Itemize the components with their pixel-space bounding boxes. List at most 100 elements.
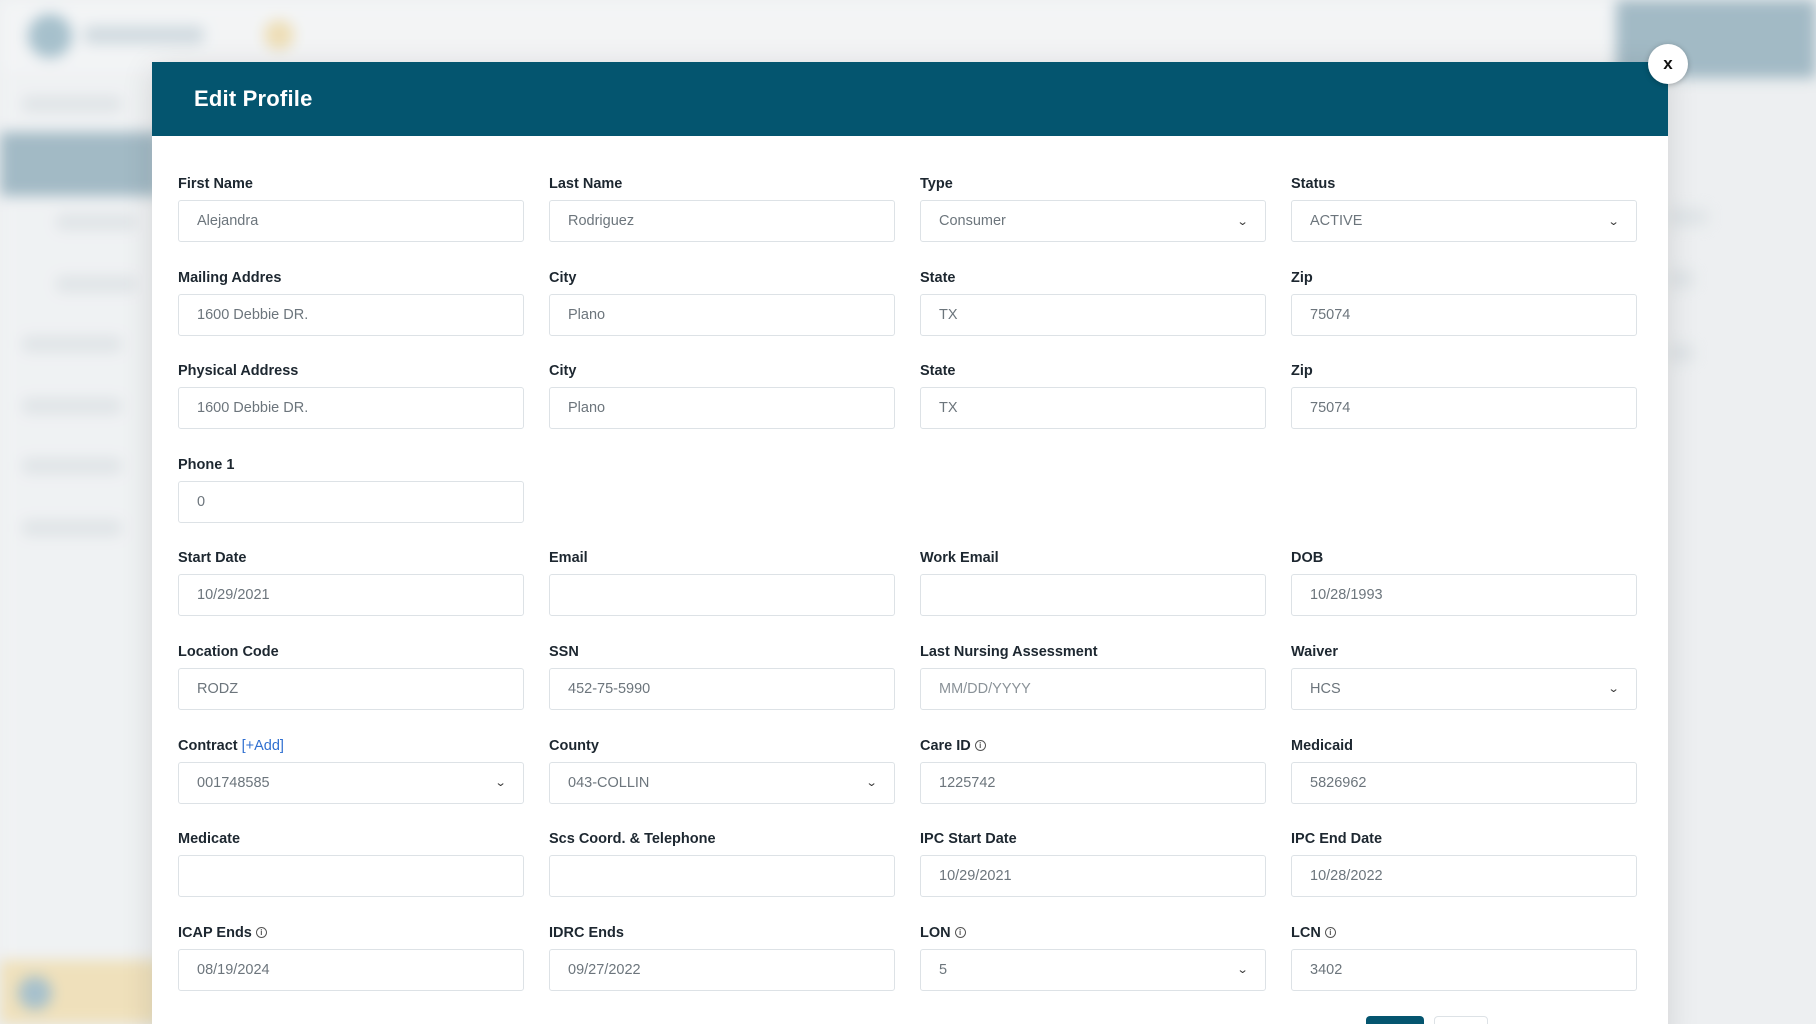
modal-title: Edit Profile	[194, 86, 313, 111]
field-label: SSN	[549, 643, 579, 660]
idrc-ends-input[interactable]: 09/27/2022	[549, 948, 895, 991]
field-label: Medicate	[178, 831, 241, 848]
last-name-input[interactable]: Rodriguez	[549, 200, 895, 242]
field-label: Type	[920, 176, 953, 192]
field-label: County	[549, 737, 599, 754]
mailing-zip-input[interactable]: 75074	[1291, 293, 1637, 336]
physical-state-field: State TX	[920, 361, 1266, 455]
dob-input[interactable]: 10/28/1993	[1291, 574, 1637, 617]
input-value: 75074	[1310, 306, 1351, 323]
mailing-state-input[interactable]: TX	[920, 293, 1266, 336]
location-code-input[interactable]: RODZ	[178, 667, 524, 710]
medicate-input[interactable]	[178, 855, 524, 898]
dob-field: DOB 10/28/1993	[1291, 548, 1637, 642]
field-label: State	[920, 269, 956, 286]
physical-zip-field: Zip 75074	[1291, 361, 1637, 455]
care-id-field: Care ID i 1225742	[920, 736, 1266, 830]
input-value: TX	[939, 306, 958, 323]
status-select[interactable]: ACTIVE ⌄	[1291, 200, 1637, 242]
close-button[interactable]: x	[1648, 44, 1688, 84]
field-label: Phone 1	[178, 456, 235, 473]
location-code-field: Location Code RODZ	[178, 642, 524, 736]
email-input[interactable]	[549, 574, 895, 617]
field-label: Scs Coord. & Telephone	[549, 831, 716, 848]
field-label: Start Date	[178, 550, 247, 567]
chevron-down-icon: ⌄	[494, 777, 507, 790]
add-contract-link[interactable]: [+Add]	[242, 736, 284, 756]
work-email-input[interactable]	[920, 574, 1266, 617]
mailing-state-field: State TX	[920, 268, 1266, 362]
waiver-select[interactable]: HCS ⌄	[1291, 667, 1637, 710]
icap-ends-input[interactable]: 08/19/2024	[178, 948, 524, 991]
input-value: 0	[197, 493, 206, 510]
close-icon: x	[1663, 54, 1673, 73]
icap-ends-label: ICAP Ends	[178, 924, 252, 941]
input-value: 10/29/2021	[197, 587, 270, 604]
input-value: Plano	[568, 306, 606, 323]
care-id-input[interactable]: 1225742	[920, 761, 1266, 804]
physical-city-input[interactable]: Plano	[549, 387, 895, 430]
input-value: Alejandra	[197, 213, 259, 229]
field-label: Location Code	[178, 643, 279, 660]
info-circle-icon[interactable]: i	[954, 927, 966, 939]
ssn-input[interactable]: 452-75-5990	[549, 667, 895, 710]
field-label: Physical Address	[178, 363, 299, 380]
county-select[interactable]: 043-COLLIN ⌄	[549, 761, 895, 804]
field-label: LON i	[920, 923, 1266, 943]
medicaid-field: Medicaid 5826962	[1291, 736, 1637, 830]
contract-select[interactable]: 001748585 ⌄	[178, 761, 524, 804]
scs-coord-input[interactable]	[549, 855, 895, 898]
physical-address-input[interactable]: 1600 Debbie DR.	[178, 387, 524, 430]
lon-select[interactable]: 5 ⌄	[920, 948, 1266, 991]
first-name-input[interactable]: Alejandra	[178, 200, 524, 242]
ipc-start-date-input[interactable]: 10/29/2021	[920, 855, 1266, 898]
chevron-down-icon: ⌄	[1236, 964, 1249, 977]
field-label: IPC End Date	[1291, 831, 1383, 848]
save-button[interactable]	[1366, 1016, 1424, 1024]
field-label: First Name	[178, 176, 253, 192]
start-date-input[interactable]: 10/29/2021	[178, 574, 524, 617]
medicaid-input[interactable]: 5826962	[1291, 761, 1637, 804]
field-label: Status	[1291, 176, 1336, 192]
info-circle-icon[interactable]: i	[974, 740, 986, 752]
lcn-input[interactable]: 3402	[1291, 948, 1637, 991]
contract-field: Contract [+Add] 001748585 ⌄	[178, 736, 524, 830]
type-field: Type Consumer ⌄	[920, 174, 1266, 268]
input-value: 3402	[1310, 961, 1343, 978]
type-select[interactable]: Consumer ⌄	[920, 200, 1266, 242]
field-label: City	[549, 269, 577, 286]
physical-zip-input[interactable]: 75074	[1291, 387, 1637, 430]
input-value: 09/27/2022	[568, 961, 641, 978]
select-value: ACTIVE	[1310, 213, 1363, 229]
care-id-label: Care ID	[920, 737, 971, 754]
input-value: 452-75-5990	[568, 680, 651, 697]
mailing-city-input[interactable]: Plano	[549, 293, 895, 336]
phone-1-input[interactable]: 0	[178, 480, 524, 523]
work-email-field: Work Email	[920, 548, 1266, 642]
input-value: 1225742	[939, 774, 996, 791]
input-value: 10/28/1993	[1310, 587, 1383, 604]
mailing-address-input[interactable]: 1600 Debbie DR.	[178, 293, 524, 336]
input-value: 5826962	[1310, 774, 1367, 791]
input-value: 75074	[1310, 400, 1351, 417]
status-field: Status ACTIVE ⌄	[1291, 174, 1637, 268]
last-nursing-assessment-input[interactable]: MM/DD/YYYY	[920, 667, 1266, 710]
mailing-city-field: City Plano	[549, 268, 895, 362]
input-value: Rodriguez	[568, 213, 635, 229]
waiver-field: Waiver HCS ⌄	[1291, 642, 1637, 736]
icap-ends-field: ICAP Ends i 08/19/2024	[178, 923, 524, 1017]
edit-profile-modal: Edit Profile First Name Alejandra Last N…	[152, 62, 1668, 1024]
cancel-button[interactable]	[1434, 1016, 1488, 1024]
ipc-end-date-input[interactable]: 10/28/2022	[1291, 855, 1637, 898]
field-label: LCN i	[1291, 923, 1637, 943]
mailing-address-field: Mailing Addres 1600 Debbie DR.	[178, 268, 524, 362]
info-circle-icon[interactable]: i	[1324, 927, 1336, 939]
field-label: Mailing Addres	[178, 269, 282, 286]
physical-state-input[interactable]: TX	[920, 387, 1266, 430]
input-value: 1600 Debbie DR.	[197, 306, 309, 323]
info-circle-icon[interactable]: i	[255, 927, 267, 939]
field-label: Medicaid	[1291, 737, 1354, 754]
chevron-down-icon: ⌄	[1607, 215, 1620, 228]
lcn-label: LCN	[1291, 924, 1321, 941]
medicate-field: Medicate	[178, 829, 524, 923]
